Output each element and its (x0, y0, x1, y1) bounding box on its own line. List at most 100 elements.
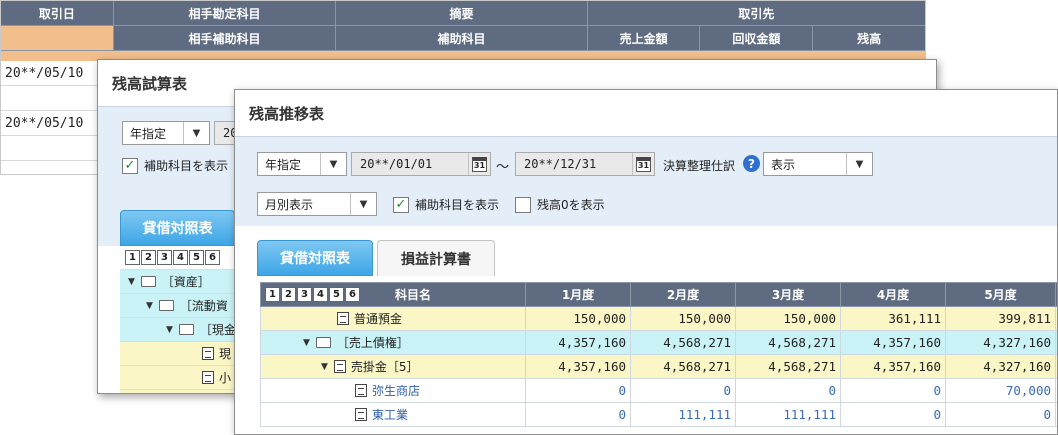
ledger-doc-icon (202, 371, 214, 384)
sub-account-name[interactable]: 東工業 (372, 406, 408, 423)
cell-value: 0 (525, 378, 631, 403)
filter-panel: 年指定 ▼ 20**/01/01 31 ～ 20**/12/31 31 決算整理… (235, 136, 1057, 226)
cell-value: 0 (630, 378, 736, 403)
expand-triangle-icon[interactable]: ▼ (303, 338, 310, 348)
chevron-down-icon: ▼ (183, 122, 209, 144)
table-row[interactable]: 東工業 0 111,111 111,111 0 0 (260, 402, 1057, 427)
level-3-button[interactable]: 3 (297, 287, 312, 302)
ledger-header-row-1: 取引日 相手勘定科目 摘要 取引先 (1, 1, 925, 26)
chevron-down-icon: ▼ (350, 193, 376, 215)
account-name: 普通預金 (354, 312, 403, 326)
cell-value: 111,111 (630, 402, 736, 427)
tree-row-current-assets[interactable]: ▼ ［流動資 (120, 294, 240, 318)
date-to-value: 20**/12/31 (524, 157, 597, 171)
tree-label: 現 (219, 347, 232, 361)
cell-value: 4,327,160 (945, 330, 1056, 355)
table-row[interactable]: ▼ 売掛金［5］ 4,357,160 4,568,271 4,568,271 4,… (260, 354, 1057, 379)
table-row[interactable]: 普通預金 150,000 150,000 150,000 361,111 399… (260, 306, 1057, 331)
month-header: 5月度 (945, 282, 1056, 307)
tab-balance-sheet[interactable]: 貸借対照表 (257, 240, 373, 276)
tree-row-assets[interactable]: ▼ ［資産］ (120, 270, 240, 294)
level-4-button[interactable]: 4 (313, 287, 328, 302)
level-1-button[interactable]: 1 (265, 287, 280, 302)
period-select-value: 年指定 (265, 157, 302, 172)
header-blank (1, 26, 114, 51)
tree-row-cash[interactable]: ▼ ［現金 (120, 318, 240, 342)
chevron-down-icon: ▼ (320, 153, 346, 175)
tree-label: ［資産］ (161, 275, 210, 289)
cell-value: 0 (735, 378, 841, 403)
tab-balance-sheet[interactable]: 貸借対照表 (120, 210, 235, 246)
show-sub-accounts-checkbox[interactable]: ✓ 補助科目を表示 (393, 196, 499, 213)
header-summary: 摘要 (336, 1, 588, 26)
date-to-input[interactable]: 20**/12/31 31 (515, 152, 655, 176)
date-from-input[interactable]: 20**/01/01 31 (351, 152, 491, 176)
cell-value: 4,357,160 (525, 330, 631, 355)
display-mode-select[interactable]: 月別表示 ▼ (257, 192, 377, 216)
ledger-doc-icon (202, 347, 214, 360)
account-name: 売掛金［5］ (350, 360, 419, 374)
account-name-header: 1 2 3 4 5 6 科目名 (260, 282, 526, 307)
calendar-button[interactable]: 31 (632, 153, 654, 175)
cell-value: 0 (840, 378, 946, 403)
table-row[interactable]: 弥生商店 0 0 0 0 70,000 (260, 378, 1057, 403)
level-5-button[interactable]: 5 (329, 287, 344, 302)
expand-triangle-icon[interactable]: ▼ (128, 277, 135, 287)
folder-icon (178, 324, 194, 335)
header-date: 取引日 (1, 1, 114, 26)
cell-value: 399,811 (945, 306, 1056, 331)
date-from-value: 20**/01/01 (360, 157, 433, 171)
period-select[interactable]: 年指定 ▼ (122, 121, 210, 145)
checkbox-label: 補助科目を表示 (144, 159, 229, 173)
tree-row-account[interactable]: 小 (120, 366, 240, 390)
calendar-button[interactable]: 31 (468, 153, 490, 175)
tree-label: ［流動資 (179, 299, 228, 313)
expand-triangle-icon[interactable]: ▼ (321, 362, 328, 372)
checkbox-label: 補助科目を表示 (415, 198, 500, 212)
month-header: 1月度 (525, 282, 631, 307)
ledger-header-row-2: 相手補助科目 補助科目 売上金額 回収金額 残高 (1, 26, 925, 51)
table-row[interactable]: ▼ ［売上債権］ 4,357,160 4,568,271 4,568,271 4,… (260, 330, 1057, 355)
adjusting-entries-select[interactable]: 表示 ▼ (763, 152, 873, 176)
cell-value: 150,000 (630, 306, 736, 331)
cell-value: 0 (525, 402, 631, 427)
balance-transition-window[interactable]: 残高推移表 年指定 ▼ 20**/01/01 31 ～ 20**/12/31 3… (234, 89, 1058, 435)
name-header-label: 科目名 (394, 288, 431, 302)
level-2-button[interactable]: 2 (141, 250, 156, 265)
show-sub-accounts-checkbox[interactable]: ✓ 補助科目を表示 (122, 157, 228, 174)
level-3-button[interactable]: 3 (157, 250, 172, 265)
level-6-button[interactable]: 6 (205, 250, 220, 265)
level-2-button[interactable]: 2 (281, 287, 296, 302)
header-counter-sub: 相手補助科目 (113, 26, 337, 51)
tree-row-account[interactable]: 現 (120, 342, 240, 366)
level-buttons: 1 2 3 4 5 6 (265, 287, 361, 302)
ledger-doc-icon (333, 360, 346, 373)
tree-label: ［現金 (199, 323, 236, 337)
sub-account-name[interactable]: 弥生商店 (372, 382, 420, 399)
sub-ledger-doc-icon (355, 384, 367, 397)
level-5-button[interactable]: 5 (189, 250, 204, 265)
cell-value: 361,111 (840, 306, 946, 331)
header-counter-account: 相手勘定科目 (113, 1, 337, 26)
level-1-button[interactable]: 1 (125, 250, 140, 265)
level-4-button[interactable]: 4 (173, 250, 188, 265)
cell-value: 111,111 (735, 402, 841, 427)
help-icon[interactable]: ? (743, 155, 760, 172)
balance-grid: 1 2 3 4 5 6 科目名 1月度 2月度 3月度 4月度 5月度 普通預金… (260, 282, 1057, 427)
window-title: 残高推移表 (235, 90, 1057, 136)
tab-income-statement[interactable]: 損益計算書 (377, 240, 495, 276)
expand-triangle-icon[interactable]: ▼ (166, 325, 173, 335)
period-select[interactable]: 年指定 ▼ (257, 152, 347, 176)
cell-value: 4,568,271 (630, 354, 736, 379)
adjusting-select-value: 表示 (771, 157, 796, 172)
expand-triangle-icon[interactable]: ▼ (146, 301, 153, 311)
sub-ledger-doc-icon (355, 408, 367, 421)
level-6-button[interactable]: 6 (345, 287, 360, 302)
ledger-doc-icon (337, 312, 349, 325)
show-zero-balance-checkbox[interactable]: 残高0を表示 (515, 196, 605, 213)
header-sub-account: 補助科目 (336, 26, 588, 51)
adjusting-entries-label: 決算整理仕訳 (663, 159, 736, 173)
cell-value: 4,327,160 (945, 354, 1056, 379)
month-header: 3月度 (735, 282, 841, 307)
ledger-date: 20**/05/10 (5, 115, 84, 131)
